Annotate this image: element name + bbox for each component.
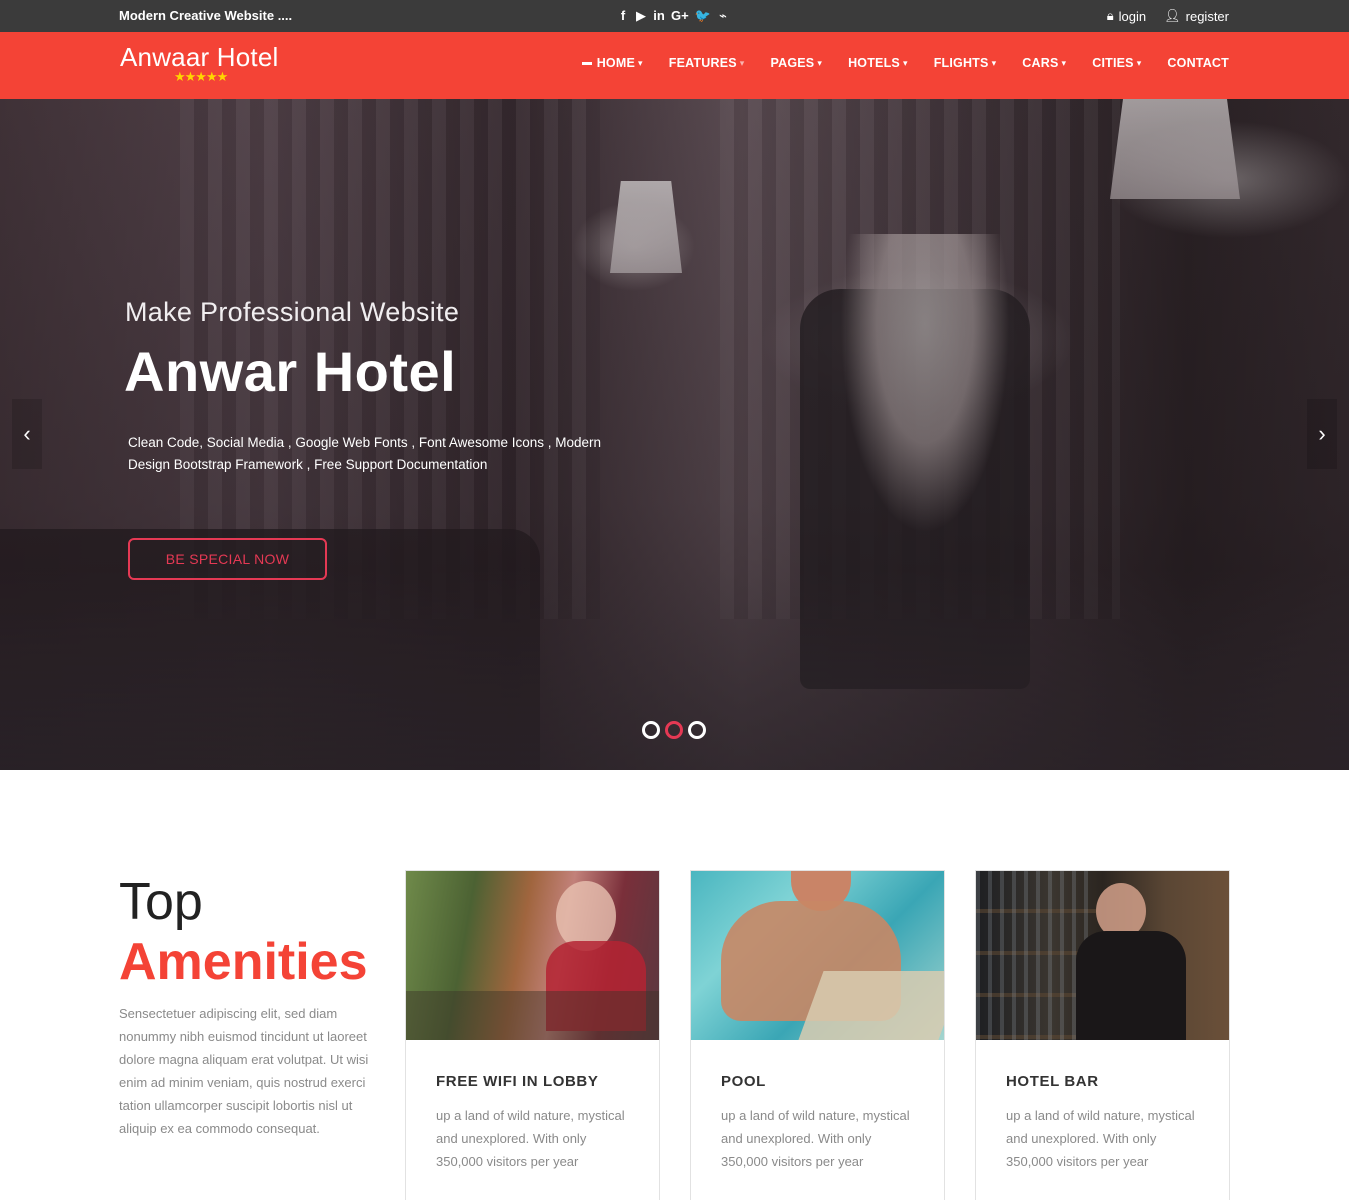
menu-label: PAGES	[770, 56, 815, 70]
slider-next-arrow-icon[interactable]: ›	[1307, 399, 1337, 469]
linkedin-icon[interactable]: in	[653, 8, 665, 24]
menu-label: FEATURES	[668, 56, 737, 70]
top-bar: Modern Creative Website .... f ▶ in G+ 🐦…	[0, 0, 1349, 32]
amenity-card-bar[interactable]: HOTEL BAR up a land of wild nature, myst…	[975, 870, 1230, 1200]
amenity-title: FREE WIFI IN LOBBY	[436, 1073, 599, 1090]
lock-icon: 🔒︎	[1106, 8, 1114, 23]
amenities-description: Sensectetuer adipiscing elit, sed diam n…	[119, 1006, 369, 1136]
amenity-card-pool[interactable]: POOL up a land of wild nature, mystical …	[690, 870, 945, 1200]
menu-label: FLIGHTS	[933, 56, 989, 70]
slider-dot-active[interactable]	[665, 721, 683, 739]
menu-item-cities[interactable]: CITIES ▾	[1092, 56, 1141, 70]
facebook-icon[interactable]: f	[617, 8, 629, 24]
chevron-down-icon: ▾	[638, 57, 643, 68]
amenity-title: HOTEL BAR	[1006, 1073, 1099, 1090]
chevron-down-icon: ▾	[991, 57, 997, 68]
amenity-text: up a land of wild nature, mystical and u…	[721, 1108, 910, 1169]
amenities-heading: Top Amenities	[119, 872, 368, 992]
login-link[interactable]: 🔒︎ login	[1107, 8, 1146, 24]
menu-item-cars[interactable]: CARS ▾	[1022, 56, 1066, 70]
register-link[interactable]: 👤︎ register	[1164, 8, 1229, 24]
amenity-image	[406, 871, 659, 1040]
hero-subtitle: Make Professional Website	[125, 297, 460, 327]
slider-prev-arrow-icon[interactable]: ‹	[12, 399, 42, 469]
chevron-down-icon: ▾	[817, 57, 823, 68]
tagline: Modern Creative Website ....	[119, 8, 293, 23]
amenity-image	[976, 871, 1229, 1040]
twitter-icon[interactable]: 🐦	[695, 8, 711, 24]
user-plus-icon: 👤︎	[1164, 8, 1181, 23]
chevron-down-icon: ▾	[1061, 57, 1067, 68]
amenity-image	[691, 871, 944, 1040]
hero-description: Clean Code, Social Media , Google Web Fo…	[128, 432, 618, 476]
amenity-text: up a land of wild nature, mystical and u…	[1006, 1108, 1195, 1169]
amenity-title: POOL	[721, 1073, 766, 1090]
login-label: login	[1118, 8, 1147, 24]
chevron-down-icon: ▾	[1136, 57, 1142, 68]
slider-dot[interactable]	[688, 721, 706, 739]
hero-description-line: Design Bootstrap Framework , Free Suppor…	[128, 457, 488, 472]
menu-label: CARS	[1022, 56, 1059, 70]
menu-item-home[interactable]: HOME ▾	[581, 56, 643, 70]
main-menu: HOME ▾ FEATURES ▾ PAGES ▾ HOTELS ▾ FLIGH…	[556, 56, 1229, 70]
amenities-heading-top: Top	[119, 873, 203, 931]
hero-slider: Make Professional Website Anwar Hotel Cl…	[0, 99, 1349, 770]
slider-dot[interactable]	[642, 721, 660, 739]
menu-label: CITIES	[1092, 56, 1134, 70]
google-plus-icon[interactable]: G+	[671, 8, 689, 24]
active-indicator	[581, 61, 592, 65]
register-label: register	[1185, 8, 1229, 24]
social-links: f ▶ in G+ 🐦 ⌁	[617, 8, 729, 24]
menu-label: CONTACT	[1167, 56, 1229, 70]
amenity-card-wifi[interactable]: FREE WIFI IN LOBBY up a land of wild nat…	[405, 870, 660, 1200]
hero-title: Anwar Hotel	[124, 340, 457, 403]
be-special-button[interactable]: BE SPECIAL NOW	[128, 538, 327, 580]
menu-label: HOTELS	[848, 56, 900, 70]
chevron-down-icon: ▾	[902, 57, 908, 68]
star-rating: ★★★★★	[174, 69, 228, 84]
amenity-text: up a land of wild nature, mystical and u…	[436, 1108, 625, 1169]
menu-item-hotels[interactable]: HOTELS ▾	[848, 56, 908, 70]
menu-item-contact[interactable]: CONTACT	[1167, 56, 1229, 70]
chevron-down-icon: ▾	[739, 57, 745, 68]
menu-item-pages[interactable]: PAGES ▾	[771, 56, 823, 70]
auth-links: 🔒︎ login 👤︎ register	[1107, 8, 1229, 24]
brand-logo[interactable]: Anwaar Hotel ★★★★★	[120, 42, 279, 84]
main-navbar: Anwaar Hotel ★★★★★ HOME ▾ FEATURES ▾ PAG…	[0, 32, 1349, 99]
brand-name: Anwaar Hotel	[120, 42, 279, 72]
amenities-heading-main: Amenities	[119, 933, 368, 991]
menu-item-flights[interactable]: FLIGHTS ▾	[934, 56, 997, 70]
youtube-icon[interactable]: ▶	[635, 8, 647, 24]
rss-icon[interactable]: ⌁	[717, 8, 729, 24]
slider-pagination	[642, 721, 706, 739]
menu-label: HOME	[596, 56, 636, 70]
menu-item-features[interactable]: FEATURES ▾	[669, 56, 745, 70]
hero-description-line: Clean Code, Social Media , Google Web Fo…	[128, 435, 601, 450]
